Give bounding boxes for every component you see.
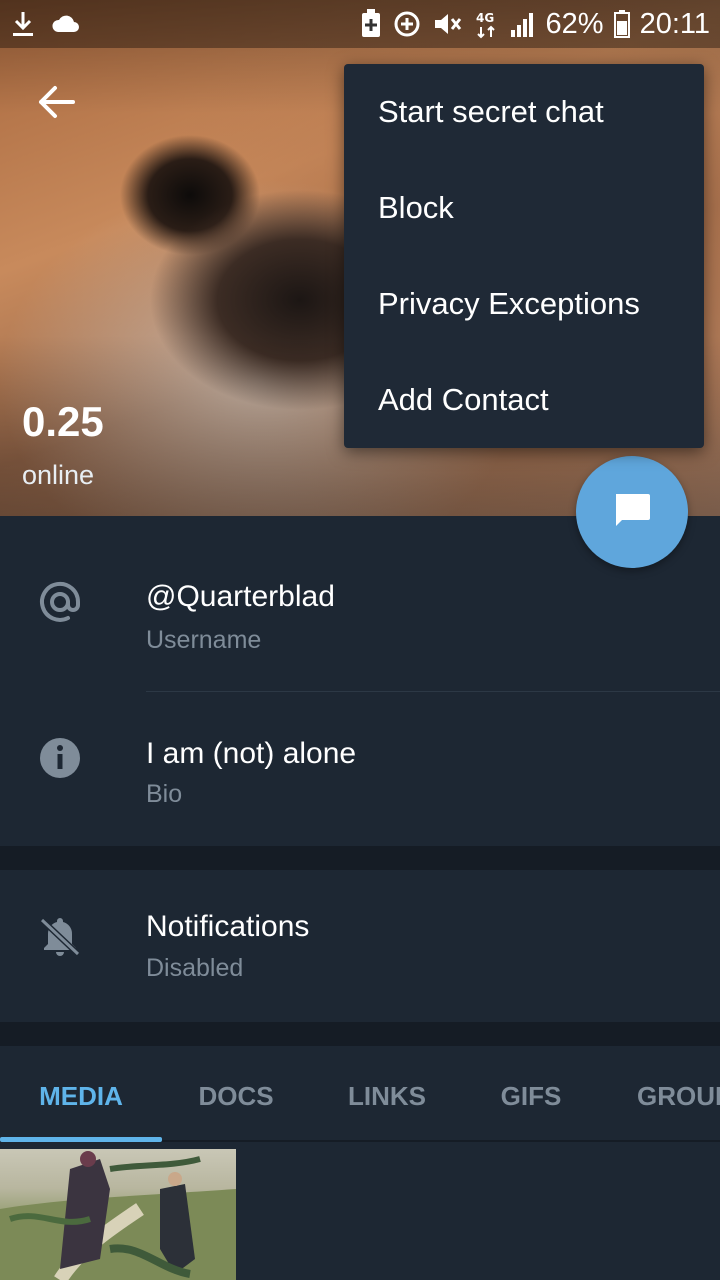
menu-item-start-secret-chat[interactable]: Start secret chat: [344, 81, 704, 177]
chat-bubble-icon: [610, 488, 654, 537]
notifications-row[interactable]: Notifications Disabled: [0, 870, 720, 1022]
username-value: @Quarterblad: [146, 580, 335, 613]
at-icon: [38, 580, 82, 624]
notifications-section: Notifications Disabled: [0, 870, 720, 1022]
username-caption: Username: [146, 626, 262, 654]
tab-media[interactable]: MEDIA: [0, 1046, 162, 1142]
notifications-label: Notifications: [146, 910, 310, 943]
shared-media-tabs: MEDIA DOCS LINKS GIFS GROUPS: [0, 1046, 720, 1142]
media-grid: [0, 1144, 720, 1280]
battery-saver-icon: [360, 9, 382, 39]
clock: 20:11: [639, 7, 710, 40]
status-bar: 4G 62% 20:11: [0, 0, 720, 48]
section-gap: [0, 846, 720, 870]
tab-docs[interactable]: DOCS: [162, 1046, 310, 1142]
battery-icon: [613, 10, 630, 38]
overflow-menu: Start secret chat Block Privacy Exceptio…: [344, 64, 704, 448]
network-type-icon: 4G: [474, 9, 500, 39]
info-icon: [38, 736, 82, 780]
back-button[interactable]: [30, 78, 82, 130]
send-message-button[interactable]: [576, 456, 688, 568]
notifications-status: Disabled: [146, 954, 244, 982]
tab-gifs[interactable]: GIFS: [464, 1046, 598, 1142]
section-gap: [0, 1022, 720, 1046]
tab-links[interactable]: LINKS: [310, 1046, 464, 1142]
bell-off-icon: [38, 914, 82, 958]
tab-groups[interactable]: GROUPS: [598, 1046, 720, 1142]
back-arrow-icon: [37, 85, 75, 124]
signal-icon: [510, 10, 536, 38]
profile-status: online: [22, 460, 95, 490]
media-thumbnail[interactable]: [0, 1149, 236, 1280]
bio-value: I am (not) alone: [146, 737, 357, 770]
active-tab-indicator: [0, 1137, 162, 1142]
mute-icon: [432, 9, 464, 39]
data-saver-icon: [392, 9, 422, 39]
bio-caption: Bio: [146, 780, 183, 808]
download-icon: [10, 10, 36, 38]
menu-item-block[interactable]: Block: [344, 177, 704, 273]
menu-item-add-contact[interactable]: Add Contact: [344, 369, 704, 465]
profile-name: 0.25: [22, 398, 104, 445]
svg-text:4G: 4G: [476, 11, 494, 25]
info-section: @Quarterblad Username I am (not) alone B…: [0, 516, 720, 846]
menu-item-privacy-exceptions[interactable]: Privacy Exceptions: [344, 273, 704, 369]
bio-row[interactable]: I am (not) alone Bio: [0, 692, 720, 846]
battery-percent: 62%: [545, 7, 604, 40]
cloud-icon: [50, 14, 80, 34]
